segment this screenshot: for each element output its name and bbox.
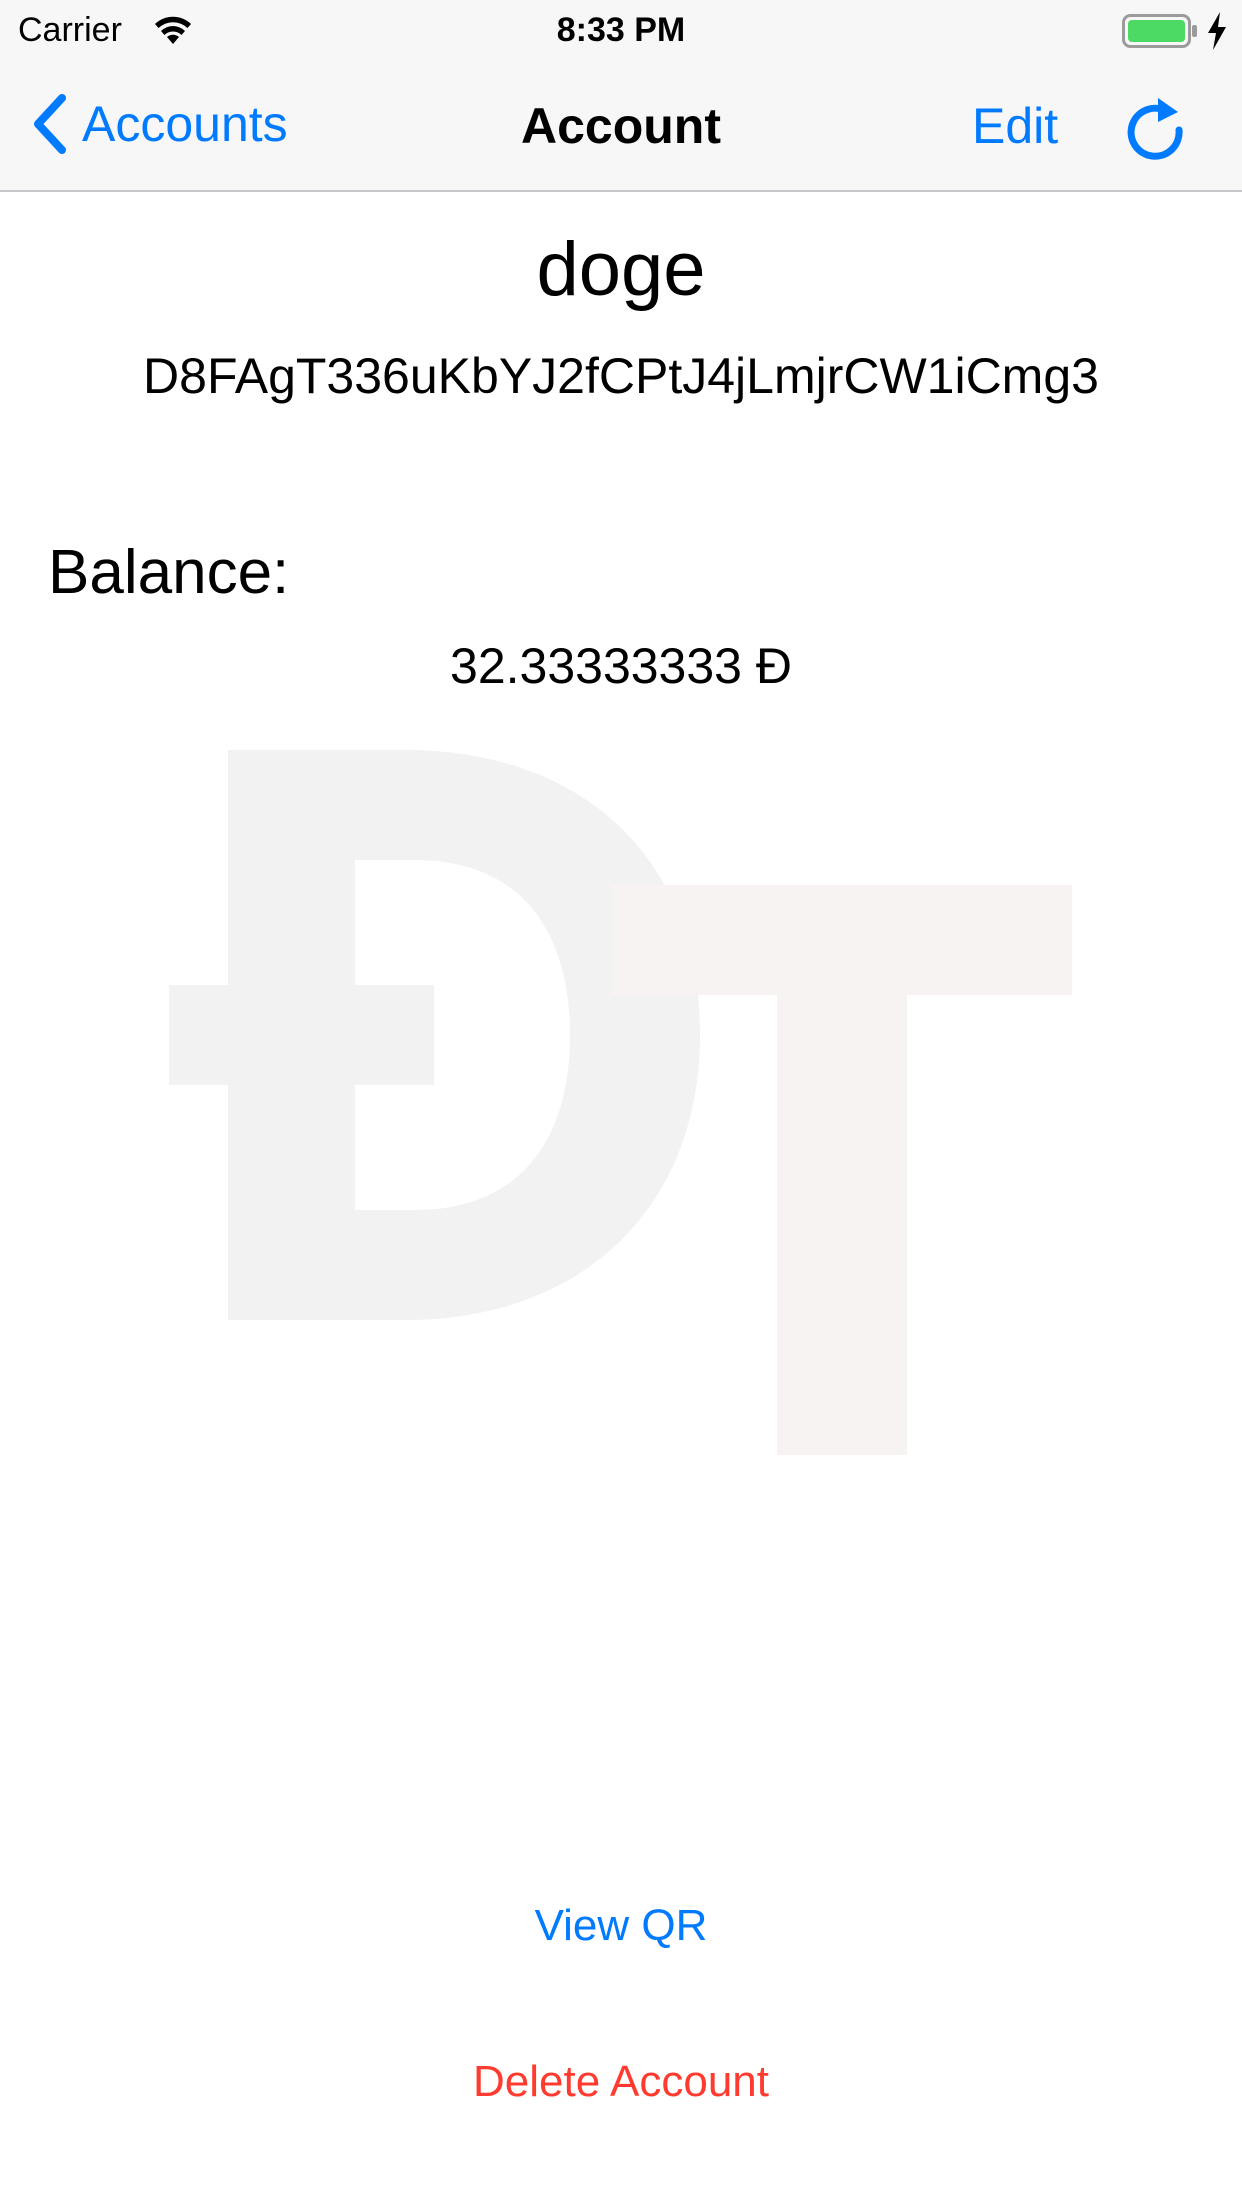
- chevron-left-icon: [34, 94, 66, 154]
- account-address: D8FAgT336uKbYJ2fCPtJ4jLmjrCW1iCmg3: [143, 348, 1099, 404]
- back-button-label: Accounts: [82, 96, 288, 152]
- account-screen: Carrier 8:33 PM Accounts Account Edit do…: [0, 0, 1242, 2208]
- battery-charging-icon: [1122, 14, 1197, 48]
- balance-label: Balance:: [48, 538, 290, 607]
- refresh-icon[interactable]: [1122, 90, 1188, 162]
- delete-account-button[interactable]: Delete Account: [0, 2052, 1242, 2112]
- status-bar: Carrier 8:33 PM: [0, 0, 1242, 60]
- navigation-bar: Accounts Account Edit: [0, 60, 1242, 192]
- dogecoin-logo-watermark: [169, 750, 1072, 1455]
- charging-bolt-icon: [1208, 12, 1226, 50]
- view-qr-button[interactable]: View QR: [0, 1896, 1242, 1956]
- status-time: 8:33 PM: [556, 11, 686, 49]
- balance-value: 32.33333333 Đ: [450, 638, 792, 694]
- edit-button[interactable]: Edit: [972, 96, 1058, 156]
- back-button[interactable]: Accounts: [30, 88, 288, 160]
- account-name: doge: [536, 227, 706, 312]
